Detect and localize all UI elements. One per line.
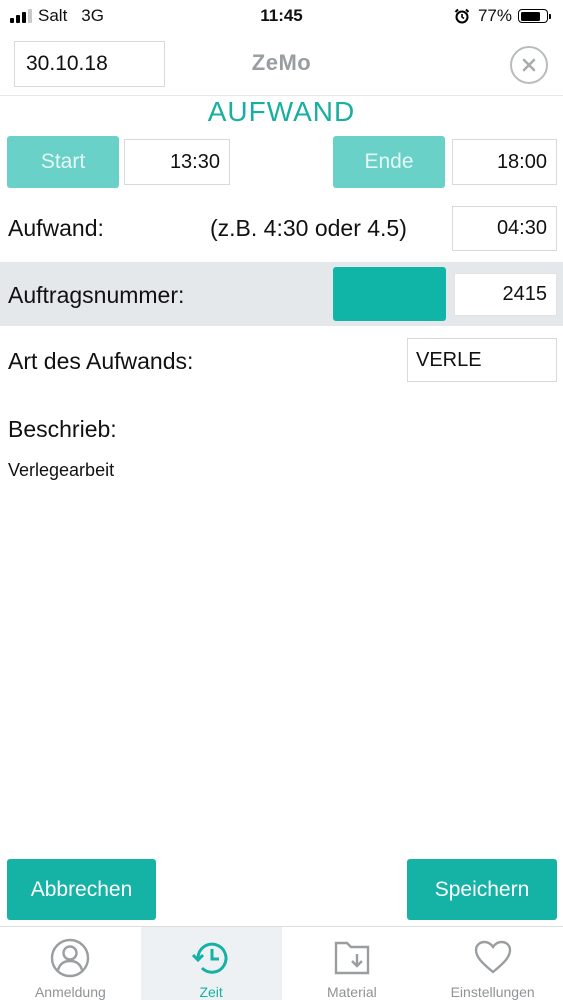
start-time-field[interactable]: 13:30 [124, 139, 230, 185]
battery-icon [518, 9, 551, 23]
tab-label: Material [326, 984, 377, 1000]
tab-anmeldung[interactable]: Anmeldung [0, 927, 141, 1000]
order-select-button[interactable] [333, 267, 446, 321]
start-button[interactable]: Start [7, 136, 119, 188]
tab-label: Anmeldung [34, 984, 106, 1000]
app-title: ZeMo [251, 50, 312, 75]
heart-icon [474, 940, 511, 974]
order-number-field[interactable]: 2415 [454, 273, 557, 316]
user-icon [51, 938, 90, 978]
effort-type-field[interactable]: VERLE [407, 338, 557, 382]
battery-percent: 77% [477, 6, 512, 25]
alarm-icon [454, 8, 470, 24]
tab-label: Einstellungen [450, 984, 535, 1000]
status-bar: Salt 3G 11:45 77% [0, 0, 563, 34]
tab-material[interactable]: Material [282, 927, 423, 1000]
effort-hint: (z.B. 4:30 oder 4.5) [210, 215, 407, 241]
close-button[interactable] [510, 46, 548, 84]
description-text[interactable]: Verlegearbeit [8, 460, 114, 481]
save-button[interactable]: Speichern [407, 859, 557, 920]
tab-einstellungen[interactable]: Einstellungen [422, 927, 563, 1000]
section-title: AUFWAND [207, 96, 356, 127]
effort-field[interactable]: 04:30 [452, 206, 557, 251]
clock-history-icon [192, 942, 228, 974]
order-label: Auftragsnummer: [8, 282, 185, 308]
folder-download-icon [334, 941, 370, 975]
close-icon [522, 58, 536, 72]
status-right: 77% [454, 6, 551, 26]
tab-label: Zeit [199, 984, 223, 1000]
header: 30.10.18 ZeMo [0, 34, 563, 96]
end-button[interactable]: Ende [333, 136, 445, 188]
tab-zeit[interactable]: Zeit [140, 927, 282, 1000]
description-label: Beschrieb: [8, 416, 117, 442]
tab-bar: Anmeldung Zeit Material Einstellungen [0, 926, 563, 1000]
end-time-field[interactable]: 18:00 [452, 139, 557, 185]
effort-label: Aufwand: [8, 215, 104, 241]
cancel-button[interactable]: Abbrechen [7, 859, 156, 920]
effort-type-label: Art des Aufwands: [8, 348, 194, 374]
